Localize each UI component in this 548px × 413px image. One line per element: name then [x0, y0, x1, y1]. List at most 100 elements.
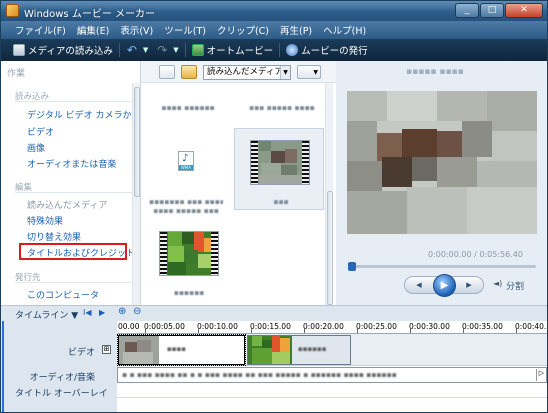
tick-label: 0:00:25.00	[356, 322, 397, 331]
app-icon	[6, 4, 19, 17]
collection-scroll-thumb[interactable]	[327, 191, 333, 305]
transitions-link[interactable]: 切り替え効果	[27, 230, 81, 243]
audio-clip-text: ▪ ▪ ▪▪▪ ▪▪▪▪ ▪▪ ▪ ▪ ▪▪▪ ▪▪▪▪ ▪▪ ▪▪▪ ▪▪▪▪…	[122, 370, 397, 379]
import-media-button[interactable]: メディアの読み込み	[13, 43, 113, 57]
timeline-clip[interactable]: ▪▪▪▪▪▪	[247, 335, 351, 365]
tasks-scrollbar[interactable]	[132, 83, 140, 305]
close-button[interactable]: ✕	[505, 3, 543, 18]
redo-button[interactable]: ↷ ▼	[156, 44, 178, 56]
forward-button[interactable]: ▶	[463, 280, 475, 291]
timeline-label: タイムライン	[15, 311, 69, 321]
title-overlay-track-label: タイトル オーバーレイ	[15, 389, 108, 399]
playhead-indicator[interactable]	[2, 321, 4, 412]
minimize-button[interactable]: _	[455, 3, 479, 18]
title-bar[interactable]: Windows ムービー メーカー _ □ ✕	[1, 1, 547, 21]
volume-icon[interactable]: ◄)	[493, 279, 503, 289]
automovie-button[interactable]: オートムービー	[191, 43, 274, 57]
seek-bar[interactable]	[348, 262, 536, 271]
window-title: Windows ムービー メーカー	[24, 9, 155, 20]
wma-label: WMA	[179, 165, 193, 170]
clip-caption: ▪▪▪▪ ▪▪▪▪▪▪	[161, 103, 215, 112]
menu-tools[interactable]: ツール(T)	[164, 23, 206, 37]
tasks-pane-title: 作業	[7, 69, 26, 79]
tick-mark	[145, 329, 146, 333]
zoom-out-icon[interactable]: ⊖	[133, 306, 141, 317]
undo-dropdown-icon[interactable]: ▼	[143, 46, 148, 54]
expand-track-icon[interactable]: ⊞	[102, 345, 111, 354]
view-options-arrow: ▼	[313, 69, 318, 76]
audio-file-icon[interactable]: ♪ WMA	[178, 151, 194, 171]
titles-credits-link[interactable]: タイトルおよびクレジット	[27, 246, 135, 259]
rewind-timeline-icon[interactable]: I◀	[83, 308, 92, 317]
filmstrip-edge	[211, 232, 218, 275]
clip-caption: ▪▪▪ ▪▪▪▪▪ ▪▪▪▪▪	[249, 103, 315, 112]
tick-label: 0:00:30.00	[409, 322, 450, 331]
import-media-icon	[13, 44, 25, 56]
tick-mark	[357, 329, 358, 333]
menu-help[interactable]: ヘルプ(H)	[323, 23, 366, 37]
tick-mark	[198, 329, 199, 333]
publish-icon	[286, 44, 299, 56]
rewind-button[interactable]: ◀	[413, 280, 425, 291]
undo-button[interactable]: ↶ ▼	[126, 44, 148, 56]
play-button[interactable]: ▶	[433, 274, 456, 297]
split-button[interactable]: 分割	[506, 279, 524, 292]
clip-caption: ▪▪▪▪▪▪	[173, 288, 205, 297]
audio-track[interactable]: ▪ ▪ ▪▪▪ ▪▪▪▪ ▪▪ ▪ ▪ ▪▪▪ ▪▪▪▪ ▪▪ ▪▪▪ ▪▪▪▪…	[117, 367, 547, 383]
import-audio-link[interactable]: オーディオまたは音楽	[27, 157, 116, 170]
clip-name: ▪▪▪▪▪▪	[298, 345, 327, 353]
main-content: 作業 読み込み デジタル ビデオ カメラから ビデオ 画像 オーディオまたは音楽…	[1, 61, 547, 305]
menu-file[interactable]: ファイル(F)	[15, 23, 66, 37]
import-from-camera-link[interactable]: デジタル ビデオ カメラから	[27, 108, 141, 121]
timecode: 0:00:00.00 / 0:05:56.40	[428, 250, 523, 259]
clip-name: ▪▪▪▪	[167, 345, 186, 353]
tick-mark	[251, 329, 252, 333]
tasks-scroll-thumb[interactable]	[134, 87, 140, 197]
audio-end-marker: ▷	[536, 369, 546, 381]
tick-label: 0:00:05.00	[144, 322, 185, 331]
collection-toolbar: 読み込んだメディア ▼ ▼	[141, 61, 336, 83]
filmstrip-edge	[160, 232, 167, 275]
menu-view[interactable]: 表示(V)	[120, 23, 153, 37]
show-tasks-button[interactable]	[159, 65, 175, 79]
automovie-label: オートムービー	[206, 46, 274, 57]
menu-edit[interactable]: 編集(E)	[77, 23, 109, 37]
import-media-label: メディアの読み込み	[28, 46, 113, 57]
tick-mark	[463, 329, 464, 333]
timeline-toolbar: タイムライン ▼ I◀ ▶ ⊕ ⊖	[1, 305, 547, 321]
play-timeline-icon[interactable]: ▶	[99, 308, 105, 317]
clip-caption: ▪▪▪	[273, 197, 289, 206]
folder-icon[interactable]	[181, 65, 197, 79]
zoom-in-icon[interactable]: ⊕	[118, 306, 126, 317]
clip-thumbnail	[119, 336, 159, 364]
video-track: ▪▪▪▪ ▪▪▪▪▪▪	[117, 334, 547, 366]
effects-link[interactable]: 特殊効果	[27, 214, 63, 227]
clip-thumbnail	[248, 336, 292, 364]
tick-label: 0:00:35.00	[462, 322, 503, 331]
import-pictures-link[interactable]: 画像	[27, 141, 45, 154]
section-divider	[15, 192, 133, 193]
import-video-link[interactable]: ビデオ	[27, 125, 54, 138]
title-overlay-track[interactable]	[117, 384, 547, 398]
timeline-ruler[interactable]: 00.00 0:00:05.00 0:00:10.00 0:00:15.00 0…	[117, 321, 547, 334]
menu-clip[interactable]: クリップ(C)	[217, 23, 269, 37]
redo-dropdown-icon[interactable]: ▼	[173, 46, 178, 54]
timeline-dropdown[interactable]: タイムライン ▼	[15, 308, 78, 321]
maximize-button[interactable]: □	[480, 3, 504, 18]
timeline-clip-selected[interactable]: ▪▪▪▪	[117, 334, 246, 366]
section-divider	[15, 282, 133, 283]
collection-scrollbar[interactable]	[325, 83, 333, 305]
clip-caption: ▪▪▪▪▪▪▪ ▪▪▪ ▪▪▪▪ ▪▪▪▪ ▪▪▪▪▪ ▪▪▪	[149, 197, 223, 215]
seek-handle[interactable]	[348, 262, 356, 271]
undo-icon: ↶	[126, 43, 137, 57]
menu-play[interactable]: 再生(P)	[280, 23, 312, 37]
video-thumbnail[interactable]	[159, 231, 219, 276]
section-divider	[15, 101, 133, 102]
video-thumbnail[interactable]	[250, 140, 310, 185]
playback-controls: ◀ ▶ ▶	[404, 274, 484, 297]
publish-to-computer-link[interactable]: このコンピュータ	[27, 288, 99, 301]
collection-dropdown-value: 読み込んだメディア	[207, 67, 283, 77]
view-options-button[interactable]: ▼	[297, 65, 321, 79]
publish-movie-button[interactable]: ムービーの発行	[286, 43, 368, 57]
collection-dropdown[interactable]: 読み込んだメディア ▼	[203, 65, 291, 80]
